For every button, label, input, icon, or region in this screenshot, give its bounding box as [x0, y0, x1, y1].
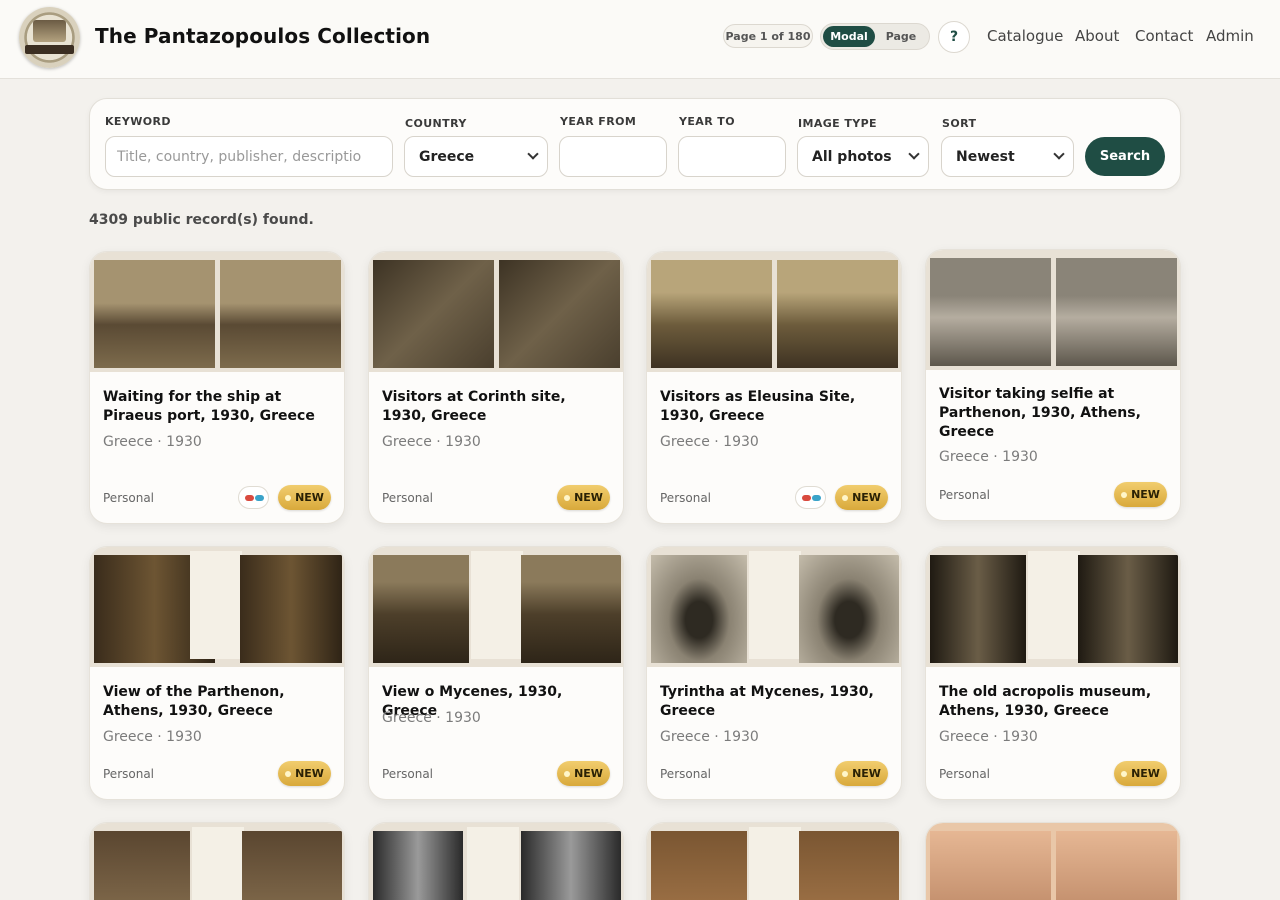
record-card[interactable]	[646, 822, 902, 900]
card-meta: Greece · 1930	[939, 449, 1038, 465]
stereo-photo-thumbnail[interactable]	[90, 823, 344, 900]
card-owner: Personal	[382, 767, 434, 781]
card-owner: Personal	[660, 491, 712, 505]
country-select[interactable]: Greece	[404, 136, 548, 177]
stereo-glasses-icon	[238, 486, 269, 509]
card-title: View of the Parthenon, Athens, 1930, Gre…	[103, 684, 285, 719]
stereo-glasses-icon	[795, 486, 826, 509]
keyword-label: KEYWORD	[105, 115, 171, 128]
card-owner: Personal	[660, 767, 712, 781]
nav-contact[interactable]: Contact	[1135, 27, 1193, 45]
search-button[interactable]: Search	[1085, 137, 1165, 176]
image-type-select-value: All photos	[812, 148, 892, 165]
nav-admin[interactable]: Admin	[1206, 27, 1254, 45]
sort-select-value: Newest	[956, 148, 1015, 165]
card-owner: Personal	[103, 491, 155, 505]
sort-select[interactable]: Newest	[941, 136, 1074, 177]
stereo-photo-thumbnail[interactable]	[926, 823, 1180, 900]
card-meta: Greece · 1930	[382, 710, 481, 726]
new-badge: NEW	[835, 761, 888, 786]
search-panel: KEYWORD COUNTRY Greece YEAR FROM YEAR TO…	[89, 98, 1181, 190]
year-to-input[interactable]	[678, 136, 786, 177]
new-badge: NEW	[557, 485, 610, 510]
year-from-input[interactable]	[559, 136, 667, 177]
country-select-value: Greece	[419, 148, 475, 165]
card-meta: Greece · 1930	[382, 434, 481, 450]
new-badge: NEW	[835, 485, 888, 510]
record-card[interactable]: The old acropolis museum, Athens, 1930, …	[925, 546, 1181, 800]
card-title: Waiting for the ship at Piraeus port, 19…	[103, 389, 315, 424]
record-card[interactable]: Visitors as Eleusina Site, 1930, Greece …	[646, 251, 902, 524]
record-card[interactable]: View o Mycenes, 1930, Greece Greece · 19…	[368, 546, 624, 800]
nav-catalogue[interactable]: Catalogue	[987, 27, 1063, 45]
card-title: Visitors at Corinth site, 1930, Greece	[382, 389, 566, 424]
image-type-select[interactable]: All photos	[797, 136, 929, 177]
image-type-label: IMAGE TYPE	[798, 117, 877, 130]
sort-label: SORT	[942, 117, 977, 130]
page-indicator: Page 1 of 180	[723, 24, 813, 48]
card-owner: Personal	[939, 767, 991, 781]
stereo-photo-thumbnail[interactable]	[369, 823, 623, 900]
year-from-label: YEAR FROM	[560, 115, 637, 128]
record-card[interactable]: Tyrintha at Mycenes, 1930, Greece Greece…	[646, 546, 902, 800]
chevron-down-icon	[908, 148, 920, 160]
record-card[interactable]: Waiting for the ship at Piraeus port, 19…	[89, 251, 345, 524]
card-title: Tyrintha at Mycenes, 1930, Greece	[660, 684, 874, 719]
card-title: Visitors as Eleusina Site, 1930, Greece	[660, 389, 856, 424]
view-mode-page[interactable]: Page	[875, 26, 927, 47]
card-owner: Personal	[382, 491, 434, 505]
card-title: The old acropolis museum, Athens, 1930, …	[939, 684, 1152, 719]
new-badge: NEW	[1114, 482, 1167, 507]
card-meta: Greece · 1930	[103, 729, 202, 745]
new-badge: NEW	[1114, 761, 1167, 786]
logo-band-icon	[25, 45, 74, 54]
new-badge: NEW	[278, 485, 331, 510]
nav-about[interactable]: About	[1075, 27, 1119, 45]
card-meta: Greece · 1930	[103, 434, 202, 450]
record-card[interactable]: Visitor taking selfie at Parthenon, 1930…	[925, 249, 1181, 521]
card-title: Visitor taking selfie at Parthenon, 1930…	[939, 386, 1141, 440]
chevron-down-icon	[1053, 148, 1065, 160]
record-card[interactable]	[925, 822, 1181, 900]
stereo-photo-thumbnail[interactable]	[369, 547, 623, 667]
card-meta: Greece · 1930	[660, 434, 759, 450]
view-mode-toggle: Modal Page	[820, 23, 930, 50]
record-card[interactable]: Visitors at Corinth site, 1930, Greece G…	[368, 251, 624, 524]
chevron-down-icon	[527, 148, 539, 160]
record-card[interactable]: View of the Parthenon, Athens, 1930, Gre…	[89, 546, 345, 800]
record-card[interactable]	[368, 822, 624, 900]
record-card[interactable]	[89, 822, 345, 900]
stereo-photo-thumbnail[interactable]	[369, 252, 623, 372]
stereo-photo-thumbnail[interactable]	[647, 252, 901, 372]
site-title[interactable]: The Pantazopoulos Collection	[95, 24, 430, 48]
results-count: 4309 public record(s) found.	[89, 212, 314, 228]
stereo-photo-thumbnail[interactable]	[647, 823, 901, 900]
card-meta: Greece · 1930	[939, 729, 1038, 745]
card-owner: Personal	[939, 488, 991, 502]
card-meta: Greece · 1930	[660, 729, 759, 745]
stereo-photo-thumbnail[interactable]	[926, 547, 1180, 667]
card-owner: Personal	[103, 767, 155, 781]
stereo-photo-thumbnail[interactable]	[90, 252, 344, 372]
view-mode-modal[interactable]: Modal	[823, 26, 875, 47]
keyword-input[interactable]	[105, 136, 393, 177]
logo-image-icon	[33, 20, 66, 42]
new-badge: NEW	[278, 761, 331, 786]
country-label: COUNTRY	[405, 117, 467, 130]
stereo-photo-thumbnail[interactable]	[926, 250, 1180, 370]
new-badge: NEW	[557, 761, 610, 786]
stereo-photo-thumbnail[interactable]	[647, 547, 901, 667]
collection-logo[interactable]	[19, 7, 80, 68]
top-header: The Pantazopoulos Collection Page 1 of 1…	[0, 0, 1280, 79]
stereo-photo-thumbnail[interactable]	[90, 547, 344, 667]
year-to-label: YEAR TO	[679, 115, 735, 128]
help-button[interactable]: ?	[938, 21, 970, 53]
